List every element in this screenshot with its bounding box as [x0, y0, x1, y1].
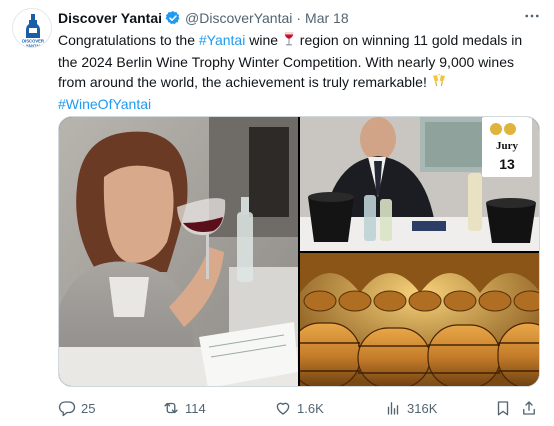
- repost-count: 114: [185, 400, 206, 416]
- action-bar: 25 114 1.6K 316K: [58, 398, 540, 418]
- jury-sign-label: Jury: [496, 140, 519, 152]
- repost-button[interactable]: 114: [162, 398, 206, 418]
- clinking-glasses-emoji-icon: [431, 73, 447, 94]
- avatar[interactable]: DISCOVER YANTAI: [12, 8, 52, 48]
- views-button[interactable]: 316K: [384, 398, 437, 418]
- share-icon: [523, 401, 535, 415]
- share-button[interactable]: [520, 398, 543, 418]
- wine-barrels-photo[interactable]: [300, 253, 540, 387]
- text-segment: from around the world, the achievement i…: [58, 74, 431, 90]
- repost-icon: [164, 402, 178, 414]
- hashtag-wineofyantai[interactable]: #WineOfYantai: [58, 96, 151, 112]
- jury-table-photo[interactable]: Jury 13: [300, 117, 540, 251]
- user-handle[interactable]: @DiscoverYantai: [185, 10, 292, 26]
- bookmark-icon: [497, 401, 509, 416]
- svg-text:YANTAI: YANTAI: [26, 43, 40, 48]
- text-segment: region on winning 11 gold medals in: [295, 32, 523, 48]
- wine-glass-emoji-icon: [282, 31, 296, 52]
- verified-badge-icon: [165, 10, 181, 26]
- tweet-header: Discover Yantai @DiscoverYantai · Mar 18: [58, 9, 349, 27]
- more-dots-icon[interactable]: [522, 6, 542, 26]
- display-name[interactable]: Discover Yantai: [58, 10, 162, 26]
- text-line-2: the 2024 Berlin Wine Trophy Winter Compe…: [58, 54, 514, 70]
- reply-count: 25: [81, 400, 96, 416]
- woman-tasting-wine-photo[interactable]: [59, 117, 298, 387]
- views-count: 316K: [407, 400, 438, 416]
- header-separator: ·: [296, 10, 302, 26]
- text-segment: Congratulations to the: [58, 32, 199, 48]
- text-segment: wine: [245, 32, 282, 48]
- views-chart-icon: [387, 402, 399, 415]
- tweet-text: Congratulations to the #Yantai wine regi…: [58, 30, 542, 114]
- media-grid: Jury 13: [58, 116, 540, 387]
- like-button[interactable]: 1.6K: [274, 398, 324, 418]
- reply-icon: [58, 401, 76, 417]
- hashtag-yantai[interactable]: #Yantai: [199, 32, 245, 48]
- jury-sign-number: 13: [499, 156, 515, 172]
- like-count: 1.6K: [297, 400, 324, 416]
- reply-button[interactable]: 25: [58, 398, 95, 418]
- heart-icon: [276, 402, 290, 415]
- tweet-date[interactable]: Mar 18: [305, 10, 349, 26]
- bookmark-button[interactable]: [494, 398, 517, 418]
